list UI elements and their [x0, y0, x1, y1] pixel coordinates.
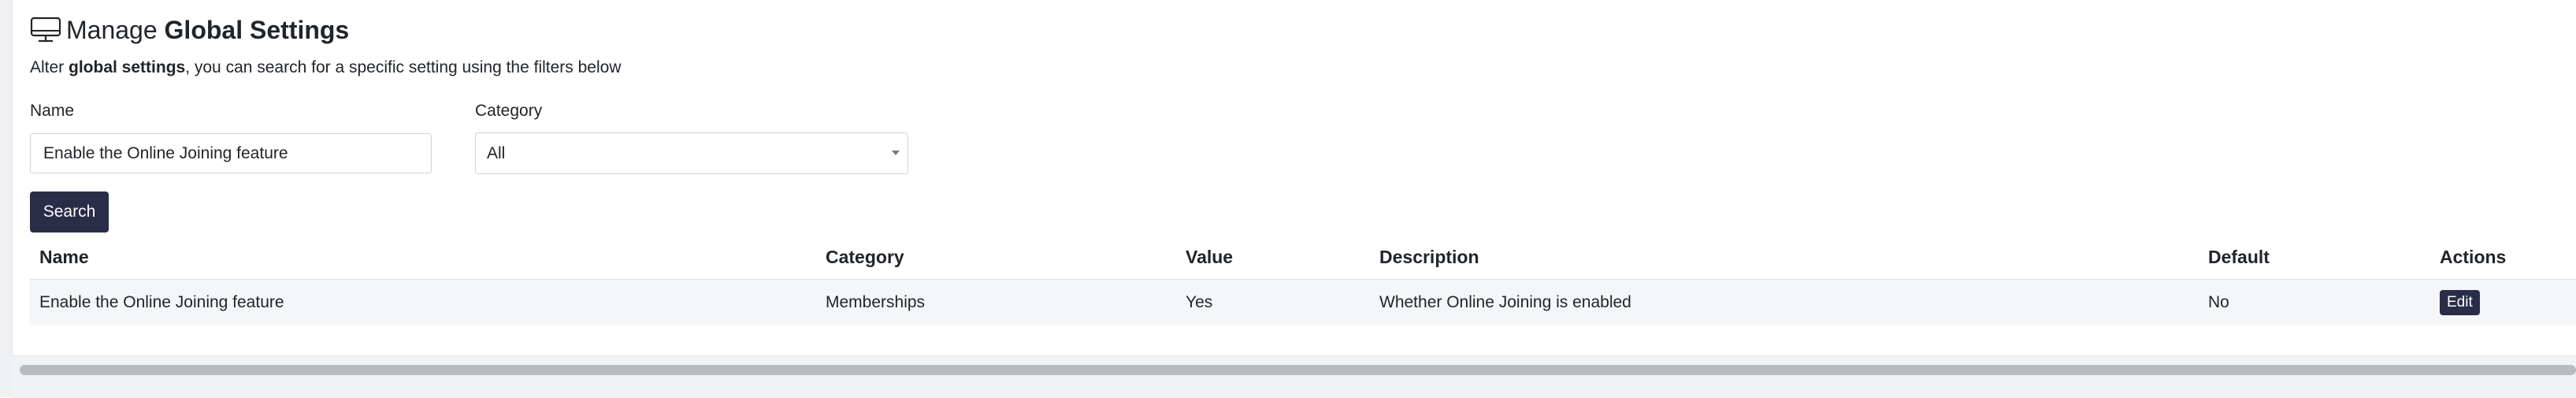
page-subtitle: Alter global settings, you can search fo…: [30, 57, 621, 79]
edit-button[interactable]: Edit: [2440, 290, 2480, 315]
column-header-value[interactable]: Value: [1176, 235, 1370, 280]
subtitle-suffix: , you can search for a specific setting …: [185, 58, 622, 76]
column-header-actions: Actions: [2430, 235, 2576, 280]
cell-actions: Edit: [2430, 279, 2576, 325]
category-filter-value: All: [487, 143, 506, 162]
monitor-icon: [30, 17, 61, 43]
column-header-description[interactable]: Description: [1370, 235, 2199, 280]
column-header-category[interactable]: Category: [816, 235, 1176, 280]
category-filter-label: Category: [475, 102, 543, 120]
horizontal-scrollbar[interactable]: [12, 355, 2576, 398]
cell-default: No: [2199, 279, 2430, 325]
subtitle-strong: global settings: [69, 58, 186, 76]
page-title-strong: Global Settings: [164, 16, 350, 44]
left-rail: [0, 0, 13, 397]
caret-down-icon: [892, 151, 900, 155]
cell-category: Memberships: [816, 279, 1176, 325]
scrollbar-thumb[interactable]: [20, 365, 2576, 375]
page-title-prefix: Manage: [66, 16, 158, 44]
subtitle-prefix: Alter: [30, 58, 69, 76]
cell-description: Whether Online Joining is enabled: [1370, 279, 2199, 325]
page-header: Manage Global Settings: [30, 13, 349, 47]
settings-table: Name Category Value Description Default …: [30, 235, 2576, 325]
page-title: Manage Global Settings: [66, 14, 349, 46]
cell-value: Yes: [1176, 279, 1370, 325]
name-filter-input[interactable]: [30, 133, 432, 173]
category-filter-select[interactable]: All: [475, 132, 908, 174]
search-button[interactable]: Search: [30, 192, 109, 232]
cell-name: Enable the Online Joining feature: [30, 279, 816, 325]
table-header-row: Name Category Value Description Default …: [30, 235, 2576, 280]
table-row: Enable the Online Joining feature Member…: [30, 279, 2576, 325]
name-filter-label: Name: [30, 102, 75, 120]
column-header-name[interactable]: Name: [30, 235, 816, 280]
column-header-default[interactable]: Default: [2199, 235, 2430, 280]
